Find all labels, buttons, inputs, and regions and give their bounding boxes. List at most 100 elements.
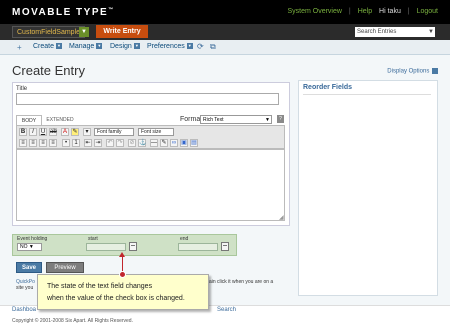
chevron-down-icon: ▼ (428, 29, 434, 35)
nav-manage[interactable]: Manage ▼ (69, 43, 103, 50)
help-link[interactable]: Help (358, 8, 372, 15)
bullet-list-icon[interactable]: • (62, 139, 70, 147)
chevron-down-icon[interactable]: ▼ (79, 27, 89, 37)
unlink-icon[interactable]: ⊘ (128, 139, 136, 147)
title-input[interactable] (16, 93, 279, 105)
horizontal-rule-icon[interactable]: — (150, 139, 158, 147)
greeting-text: Hi taku (379, 8, 401, 15)
align-justify-icon[interactable]: ≡ (49, 139, 57, 147)
chevron-down-icon: ▼ (186, 43, 193, 50)
divider (303, 94, 431, 95)
top-bar: MOVABLE TYPE™ System Overview | Help Hi … (0, 0, 450, 24)
main-nav: + Create ▼ Manage ▼ Design ▼ Preferences ▼ ⟳… (0, 40, 450, 55)
plus-icon: + (17, 43, 22, 52)
nav-design[interactable]: Design ▼ (110, 43, 140, 50)
rebuild-icon[interactable]: ⟳ (197, 42, 204, 51)
tab-body[interactable]: BODY (16, 115, 42, 125)
font-family-value: Font family (97, 129, 122, 135)
write-entry-button[interactable]: Write Entry (96, 25, 148, 38)
outdent-icon[interactable]: ⇤ (84, 139, 92, 147)
tab-extended[interactable]: EXTENDED (45, 115, 75, 125)
callout-line-2: when the value of the check box is chang… (47, 295, 185, 302)
nav-create[interactable]: Create ▼ (33, 43, 63, 50)
chevron-down-icon: ▼ (56, 43, 63, 50)
anchor-icon[interactable]: ⚓ (138, 139, 146, 147)
blog-selector[interactable]: CustomFieldSample (12, 26, 86, 38)
event-holding-select[interactable]: NO ▼ (17, 243, 42, 251)
align-right-icon[interactable]: ≡ (39, 139, 47, 147)
start-date-input[interactable] (86, 243, 126, 251)
blog-bar: CustomFieldSample ▼ Write Entry Search E… (0, 24, 450, 40)
body-editor[interactable] (16, 149, 285, 221)
chevron-down-icon: ▼ (96, 43, 103, 50)
pointer-dot (119, 271, 126, 278)
nav-design-label: Design (110, 43, 132, 50)
start-label: start (88, 236, 98, 242)
align-left-icon[interactable]: ≡ (19, 139, 27, 147)
display-options-link[interactable]: Display Options (387, 68, 438, 75)
insert-link-icon[interactable]: ∞ (170, 139, 178, 147)
app-logo: MOVABLE TYPE™ (12, 7, 115, 18)
font-size-select[interactable]: Font size (138, 128, 174, 136)
format-value: Rich Text (203, 117, 224, 123)
align-center-icon[interactable]: ≡ (29, 139, 37, 147)
save-button[interactable]: Save (16, 262, 42, 273)
nav-manage-label: Manage (69, 43, 95, 50)
preview-button[interactable]: Preview (46, 262, 84, 273)
highlight-icon[interactable]: ✎ (71, 128, 79, 136)
chevron-down-icon: ▼ (133, 43, 140, 50)
resize-handle-icon[interactable]: ◢ (279, 214, 284, 221)
display-options-label: Display Options (387, 68, 430, 75)
calendar-icon[interactable] (129, 242, 137, 251)
page-root: MOVABLE TYPE™ System Overview | Help Hi … (0, 0, 450, 324)
dashboard-link[interactable]: Dashboa (12, 307, 36, 313)
end-date-input[interactable] (178, 243, 218, 251)
chevron-down-icon: ▼ (265, 117, 270, 123)
nav-preferences-label: Preferences (147, 43, 185, 50)
search-input[interactable]: Search Entries ▼ (355, 27, 435, 37)
separator: | (407, 8, 410, 15)
system-overview-link[interactable]: System Overview (287, 8, 341, 15)
search-link[interactable]: Search (217, 307, 236, 313)
event-holding-value: NO (20, 244, 28, 250)
redo-icon[interactable]: ↷ (116, 139, 124, 147)
underline-icon[interactable]: U (39, 128, 47, 136)
insert-file-icon[interactable]: ▤ (190, 139, 198, 147)
calendar-icon[interactable] (221, 242, 229, 251)
sidebar (298, 80, 438, 296)
italic-icon[interactable]: I (29, 128, 37, 136)
view-site-icon[interactable]: ⧉ (210, 42, 216, 52)
undo-icon[interactable]: ↶ (106, 139, 114, 147)
reorder-fields-label: Reorder Fields (303, 84, 353, 91)
chevron-down-icon (432, 68, 438, 74)
numbered-list-icon[interactable]: 1 (72, 139, 80, 147)
nav-create-label: Create (33, 43, 55, 50)
indent-icon[interactable]: ⇥ (94, 139, 102, 147)
reorder-fields-header[interactable]: Reorder Fields (303, 84, 431, 95)
bookmarklet-text: ain click it when you are on a (209, 279, 274, 285)
nav-preferences[interactable]: Preferences ▼ (147, 43, 193, 50)
search-placeholder: Search Entries (357, 29, 397, 35)
top-links: System Overview | Help Hi taku | Logout (282, 8, 438, 15)
callout-line-1: The state of the text field changes (47, 283, 153, 290)
text-color-icon[interactable]: A (61, 128, 69, 136)
link-icon[interactable]: ▾ (83, 128, 91, 136)
font-size-value: Font size (141, 129, 162, 135)
copyright-text: Copyright © 2001-2008 Six Apart. All Rig… (12, 318, 133, 324)
format-select[interactable]: Rich Text ▼ (200, 115, 272, 124)
logout-link[interactable]: Logout (417, 8, 438, 15)
font-family-select[interactable]: Font family (94, 128, 134, 136)
logo-text: MOVABLE TYPE (12, 7, 109, 18)
strikethrough-icon[interactable]: ab (49, 128, 57, 136)
insert-image-icon[interactable]: ▣ (180, 139, 188, 147)
logo-tm: ™ (108, 7, 115, 13)
chevron-down-icon: ▼ (28, 244, 34, 250)
quickpost-text: site you (16, 285, 34, 291)
end-label: end (180, 236, 189, 242)
bold-icon[interactable]: B (19, 128, 27, 136)
title-label: Title (16, 86, 28, 92)
page-title: Create Entry (12, 63, 85, 78)
format-label: Format (180, 116, 203, 123)
edit-icon[interactable]: ✎ (160, 139, 168, 147)
help-icon[interactable]: ? (277, 115, 284, 123)
